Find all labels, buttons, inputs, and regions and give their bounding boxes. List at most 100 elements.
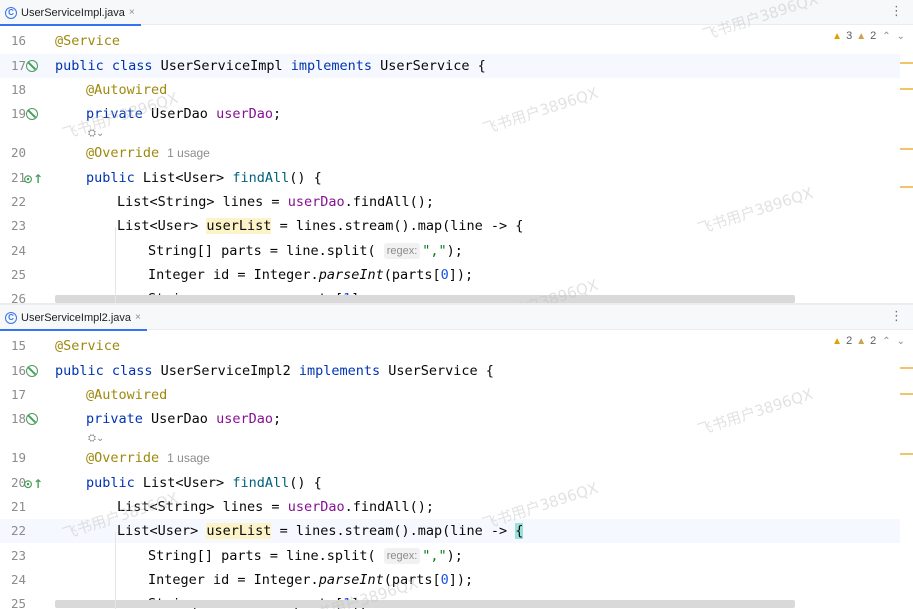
code-editor[interactable]: 16 @Service 17 public class UserServiceI… [0, 25, 913, 304]
line-number: 17 [11, 387, 27, 402]
inlay-settings-icon[interactable]: ⛭⌄ [88, 431, 104, 447]
parameter-hint: regex: [383, 548, 421, 564]
tab-bar: C UserServiceImpl.java × ⋮ [0, 0, 913, 26]
code-line-current: 17 public class UserServiceImpl implemen… [0, 54, 900, 78]
string-literal: "," [422, 548, 447, 564]
spring-bean-icon[interactable] [26, 413, 38, 425]
tab-userserviceimpl[interactable]: C UserServiceImpl.java × [0, 0, 141, 26]
line-number: 24 [11, 243, 27, 258]
more-options-icon[interactable]: ⋮ [890, 310, 903, 324]
code-text: public class UserServiceImpl implements … [55, 58, 486, 74]
code-line: 18 @Autowired [0, 78, 900, 102]
line-number: 15 [11, 338, 27, 353]
more-options-icon[interactable]: ⋮ [890, 5, 903, 19]
code-line: 15 @Service [0, 334, 900, 358]
line-number: 20 [11, 145, 27, 160]
horizontal-scrollbar[interactable] [55, 295, 795, 303]
code-text: @Override 1 usage [86, 446, 210, 470]
code-tail: ); [446, 243, 463, 259]
code-line: 17 @Autowired [0, 383, 900, 407]
code-line-current: 22 List<User> userList = lines.stream().… [0, 519, 900, 543]
java-class-icon: C [5, 311, 17, 324]
code-line: 21 List<String> lines = userDao.findAll(… [0, 495, 900, 519]
code-text: public List<User> findAll() { [86, 170, 322, 186]
tab-label: UserServiceImpl2.java [21, 311, 132, 324]
code-text: @Override 1 usage [86, 141, 210, 165]
code-text: @Autowired [86, 387, 168, 403]
editor-pane-top: C UserServiceImpl.java × ⋮ ▲ 3 ▲ 2 ⌃ ⌄ 1… [0, 0, 913, 304]
line-number: 22 [11, 194, 27, 209]
line-number: 26 [11, 291, 27, 304]
code-text: @Service [55, 338, 121, 354]
code-line: 18 private UserDao userDao; [0, 407, 900, 431]
code-text: @Autowired [86, 82, 168, 98]
string-literal: "," [422, 243, 447, 259]
code-line: 16 public class UserServiceImpl2 impleme… [0, 359, 900, 383]
spring-bean-icon[interactable] [26, 60, 38, 72]
code-line: 23 List<User> userList = lines.stream().… [0, 214, 900, 238]
error-stripe-mark[interactable] [900, 367, 913, 369]
error-stripe-mark[interactable] [900, 186, 913, 188]
code-text: String[] parts = line.split( regex: ","); [148, 243, 463, 259]
usage-hint[interactable]: 1 usage [167, 146, 210, 160]
close-icon[interactable]: × [135, 312, 141, 323]
annotation: @Override [86, 145, 160, 161]
code-line: 25 Integer id = Integer.parseInt(parts[0… [0, 263, 900, 287]
indent-guide [115, 532, 116, 609]
line-number: 19 [11, 450, 27, 465]
tab-userserviceimpl2[interactable]: C UserServiceImpl2.java × [0, 305, 147, 331]
line-number: 23 [11, 548, 27, 563]
code-text: public List<User> findAll() { [86, 475, 322, 491]
code-editor[interactable]: 15 @Service 16 public class UserServiceI… [0, 330, 913, 609]
code-text: public class UserServiceImpl2 implements… [55, 363, 494, 379]
line-number: 16 [11, 33, 27, 48]
code-line: 24 String[] parts = line.split( regex: ",… [0, 239, 900, 263]
error-stripe-mark[interactable] [900, 453, 913, 455]
code-text: List<User> userList = lines.stream().map… [117, 523, 524, 539]
code-line: 20 @Override 1 usage [0, 141, 900, 165]
error-stripe-mark[interactable] [900, 88, 913, 90]
line-number: 21 [11, 499, 27, 514]
override-method-icon[interactable]: ⊙↑ [23, 172, 43, 186]
line-number: 24 [11, 572, 27, 587]
editor-pane-bottom: C UserServiceImpl2.java × ⋮ ▲ 2 ▲ 2 ⌃ ⌄ … [0, 305, 913, 609]
code-text: Integer id = Integer.parseInt(parts[0]); [148, 572, 474, 588]
line-number: 25 [11, 596, 27, 609]
close-icon[interactable]: × [129, 7, 135, 18]
usage-hint[interactable]: 1 usage [167, 451, 210, 465]
line-number: 18 [11, 82, 27, 97]
override-method-icon[interactable]: ⊙↑ [23, 477, 43, 491]
code-text: String[] parts = line.split( regex: ","); [148, 548, 463, 564]
spring-bean-icon[interactable] [26, 108, 38, 120]
code-line: 19 @Override 1 usage [0, 446, 900, 470]
code-tail: ); [446, 548, 463, 564]
indent-guide [115, 227, 116, 304]
code-line: 16 @Service [0, 29, 900, 53]
code-line: 24 Integer id = Integer.parseInt(parts[0… [0, 568, 900, 592]
code-line: 22 List<String> lines = userDao.findAll(… [0, 190, 900, 214]
line-number: 23 [11, 218, 27, 233]
error-stripe-mark[interactable] [900, 62, 913, 64]
line-number: 25 [11, 267, 27, 282]
spring-bean-icon[interactable] [26, 365, 38, 377]
parameter-hint: regex: [383, 243, 421, 259]
code-line: 20 ⊙↑ public List<User> findAll() { [0, 471, 900, 495]
code-text: private UserDao userDao; [86, 106, 282, 122]
horizontal-scrollbar[interactable] [55, 600, 795, 608]
tab-bar: C UserServiceImpl2.java × ⋮ [0, 305, 913, 331]
code-text: private UserDao userDao; [86, 411, 282, 427]
code-text: List<User> userList = lines.stream().map… [117, 218, 524, 234]
code-text: Integer id = Integer.parseInt(parts[0]); [148, 267, 474, 283]
code-text: List<String> lines = userDao.findAll(); [117, 499, 434, 515]
inlay-settings-icon[interactable]: ⛭⌄ [88, 126, 104, 142]
tab-label: UserServiceImpl.java [21, 6, 125, 19]
error-stripe-mark[interactable] [900, 393, 913, 395]
code-text: @Service [55, 33, 121, 49]
line-number: 22 [11, 523, 27, 538]
annotation: @Override [86, 450, 160, 466]
error-stripe-mark[interactable] [900, 148, 913, 150]
java-class-icon: C [5, 6, 17, 19]
code-line: 23 String[] parts = line.split( regex: ",… [0, 544, 900, 568]
code-line: 19 private UserDao userDao; [0, 102, 900, 126]
code-line: 21 ⊙↑ public List<User> findAll() { [0, 166, 900, 190]
